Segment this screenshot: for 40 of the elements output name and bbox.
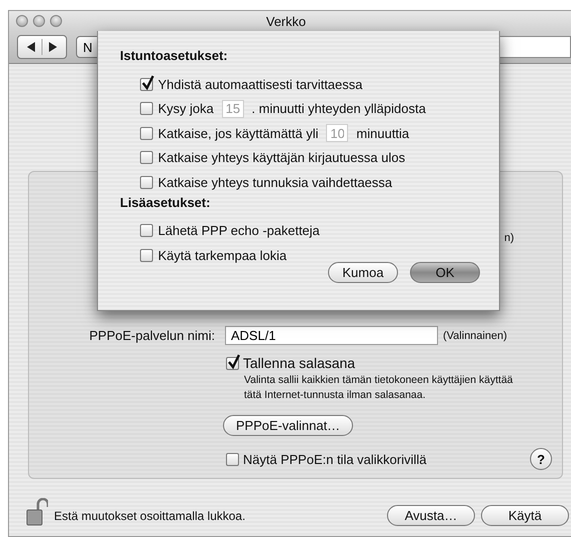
checkbox[interactable] — [226, 356, 239, 370]
checkbox-label[interactable]: Katkaise yhteys tunnuksia vaihdettaessa — [158, 174, 392, 190]
close-icon[interactable] — [16, 15, 28, 27]
checkbox-label[interactable]: Yhdistä automaattisesti tarvittaessa — [158, 76, 362, 92]
checkbox-label[interactable]: Katkaise, jos käyttämättä yli — [158, 126, 318, 141]
footer-button[interactable]: Käytä — [481, 505, 569, 526]
checkbox[interactable] — [140, 102, 153, 116]
checkbox[interactable] — [140, 224, 153, 238]
section-heading: Istuntoasetukset: — [120, 48, 229, 65]
sheet-button[interactable]: OK — [410, 262, 480, 282]
help-button[interactable]: ? — [530, 448, 552, 470]
checkbox-label[interactable]: Katkaise yhteys käyttäjän kirjautuessa ulos — [158, 150, 406, 166]
field-suffix-label: . minuutti yhteyden ylläpidosta — [252, 101, 426, 116]
minimize-icon[interactable] — [33, 15, 45, 27]
field-suffix-label: minuuttia — [356, 126, 410, 141]
checkbox-label[interactable]: Näytä PPPoE:n tila valikkorivillä — [243, 452, 427, 466]
checkbox-label[interactable]: Tallenna salasana — [243, 355, 356, 371]
checkbox[interactable] — [140, 176, 153, 189]
open-lock-icon[interactable] — [26, 498, 48, 526]
zoom-icon[interactable] — [50, 15, 62, 27]
checkbox[interactable] — [226, 452, 239, 466]
checkbox-label[interactable]: Kysy joka — [158, 101, 214, 116]
service-name-field[interactable]: ADSL/1 — [225, 326, 438, 345]
checkbox-label[interactable]: Lähetä PPP echo -paketteja — [158, 223, 320, 238]
section-heading: Lisäasetukset: — [120, 194, 212, 212]
back-forward-control[interactable] — [17, 35, 67, 59]
checkbox[interactable] — [140, 151, 153, 164]
pppoe-options-button[interactable]: PPPoE-valinnat… — [223, 415, 354, 436]
checkbox[interactable] — [140, 248, 153, 262]
lock-hint-text: Estä muutokset osoittamalla lukkoa. — [54, 508, 246, 522]
description-text: Valinta sallii kaikkien tämän tietokoneen käyttäjien käyttää tätä Internet-tunnusta ilman salasanaa. — [244, 373, 514, 403]
checkbox[interactable] — [140, 78, 153, 91]
checkbox[interactable] — [140, 126, 153, 140]
sheet-button[interactable]: Kumoa — [328, 262, 398, 282]
window-title: Verkko — [266, 14, 306, 28]
hint-label: n) — [504, 232, 514, 246]
footer-button[interactable]: Avusta… — [387, 505, 475, 526]
hint-label: (Valinnainen) — [443, 330, 508, 342]
checkbox-label[interactable]: Käytä tarkempaa lokia — [158, 248, 287, 263]
field-label: PPPoE-palvelun nimi: — [88, 328, 215, 343]
